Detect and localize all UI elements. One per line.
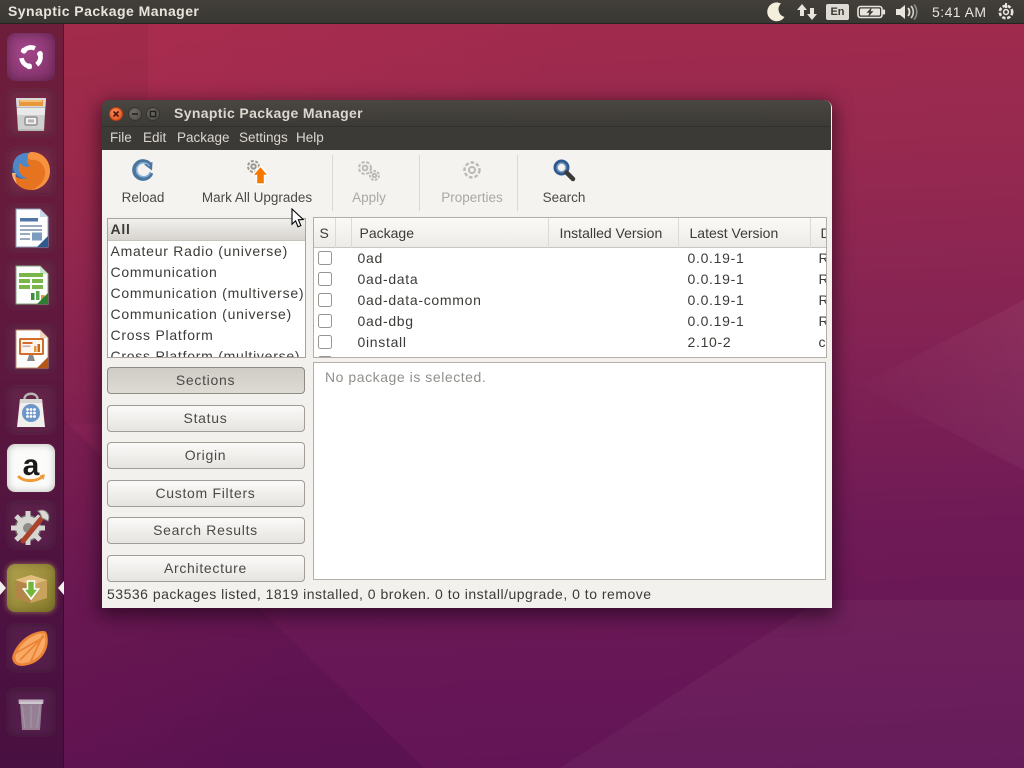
- svg-text:a: a: [23, 449, 40, 482]
